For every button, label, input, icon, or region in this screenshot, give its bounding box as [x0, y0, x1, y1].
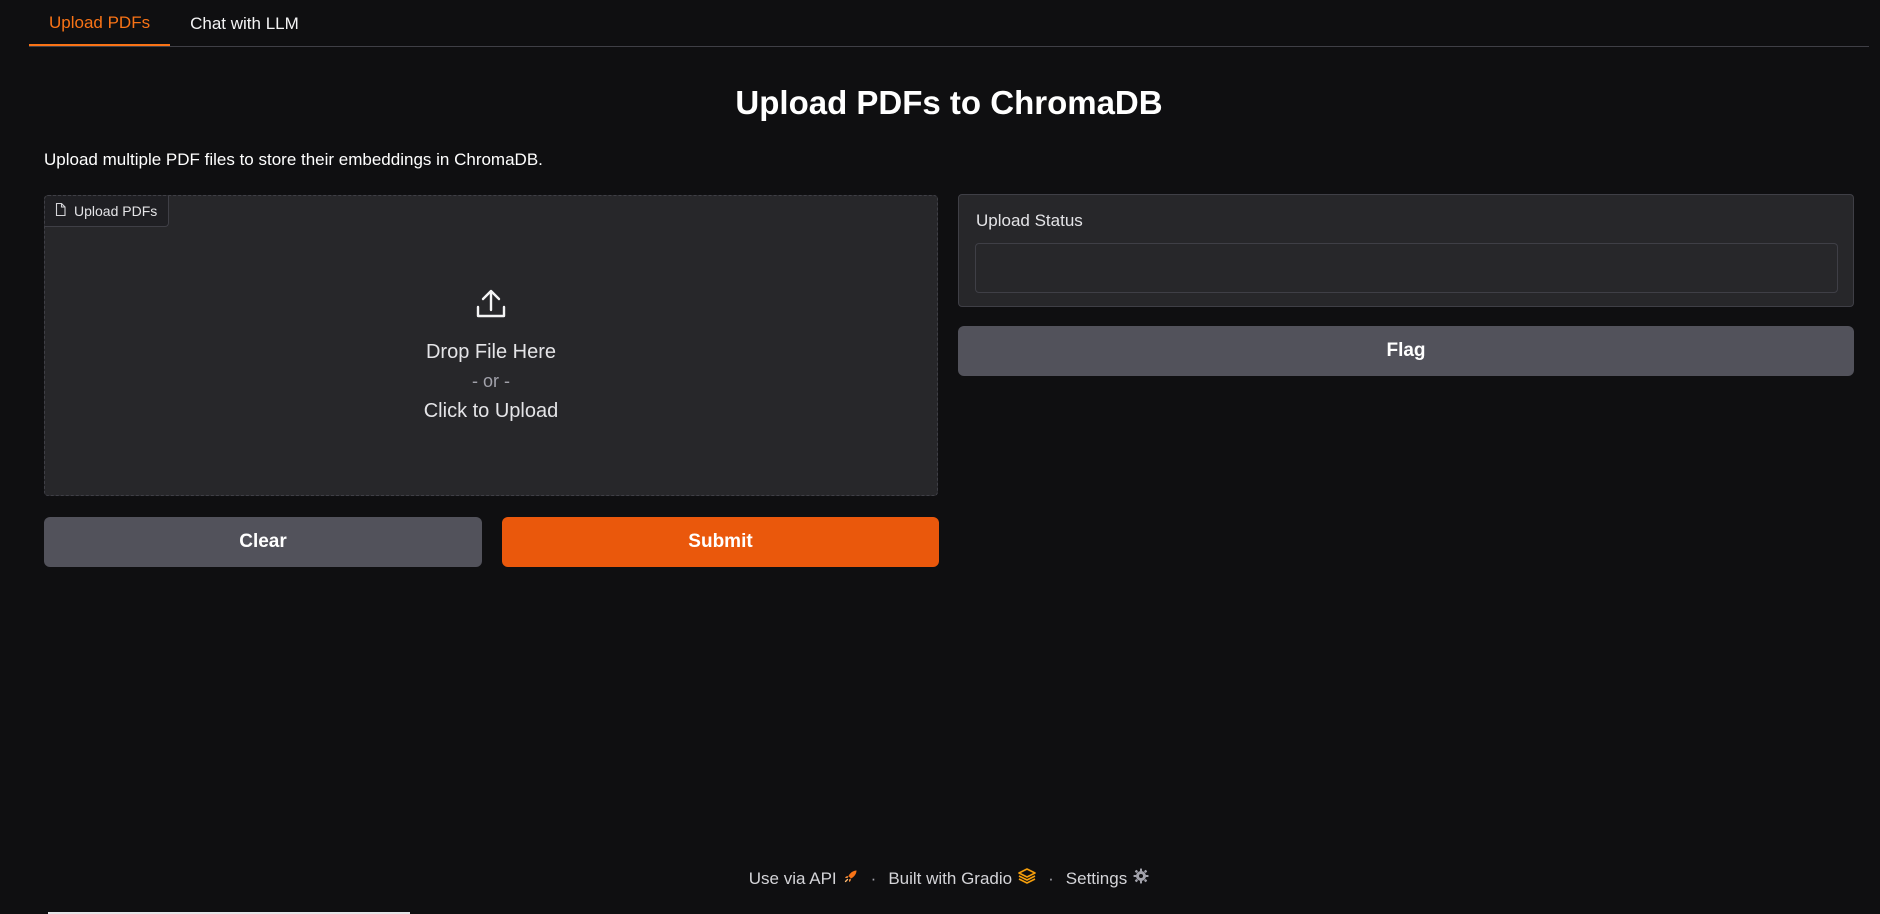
upload-prompt: Drop File Here - or - Click to Upload: [45, 288, 937, 426]
footer: Use via API · Built with Gradio · Settin…: [0, 868, 1880, 889]
gradio-logo-icon: [1018, 868, 1036, 889]
built-with-gradio-link[interactable]: Built with Gradio: [888, 868, 1036, 889]
clear-button[interactable]: Clear: [44, 517, 482, 567]
footer-separator: ·: [870, 868, 877, 888]
or-separator-text: - or -: [472, 371, 510, 391]
drop-file-text: Drop File Here: [425, 341, 557, 363]
gear-icon: [1133, 868, 1149, 889]
built-with-gradio-text: Built with Gradio: [888, 868, 1013, 888]
tab-bar: Upload PDFs Chat with LLM: [29, 0, 1869, 47]
flag-button[interactable]: Flag: [958, 326, 1854, 376]
page-description: Upload multiple PDF files to store their…: [44, 150, 543, 169]
upload-label-text: Upload PDFs: [74, 203, 158, 219]
page-title: Upload PDFs to ChromaDB: [735, 84, 1163, 121]
submit-button[interactable]: Submit: [502, 517, 939, 567]
tab-chat-with-llm[interactable]: Chat with LLM: [170, 1, 319, 46]
footer-separator: ·: [1048, 868, 1054, 888]
use-via-api-text: Use via API: [748, 868, 837, 888]
upload-status-panel: Upload Status: [958, 194, 1854, 307]
rocket-icon: [843, 868, 859, 889]
upload-status-label: Upload Status: [976, 211, 1083, 230]
upload-status-output[interactable]: [975, 243, 1838, 293]
settings-text: Settings: [1065, 868, 1128, 888]
tab-upload-pdfs[interactable]: Upload PDFs: [29, 1, 171, 46]
click-to-upload-text: Click to Upload: [423, 400, 559, 422]
pdf-upload-dropzone[interactable]: Upload PDFs Drop File Here - or - Click …: [44, 195, 938, 496]
settings-link[interactable]: Settings: [1066, 868, 1149, 889]
upload-label: Upload PDFs: [45, 196, 170, 227]
use-via-api-link[interactable]: Use via API: [749, 868, 859, 889]
upload-icon: [475, 288, 507, 325]
file-icon: [55, 202, 66, 219]
